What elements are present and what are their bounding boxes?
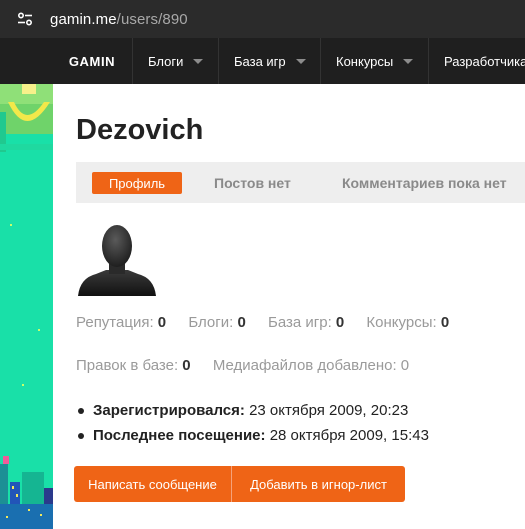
stat-value: 0 — [440, 314, 450, 331]
stat-label: Правок в базе: — [76, 357, 179, 374]
chevron-down-icon — [193, 58, 204, 64]
nav-item-label: Разработчикам — [444, 53, 525, 69]
stat-blogs: Блоги: 0 — [188, 314, 245, 331]
nav-item-label: База игр — [234, 53, 286, 69]
profile-actions: Написать сообщение Добавить в игнор-лист — [74, 466, 405, 502]
stat-value: 0 — [182, 357, 191, 374]
nav-item-contests[interactable]: Конкурсы — [320, 38, 428, 84]
stat-label: Конкурсы: — [366, 314, 437, 331]
nav-item-label: Блоги — [148, 53, 184, 69]
stat-value: 0 — [157, 314, 167, 331]
stat-media-added: Медиафайлов добавлено: 0 — [213, 357, 409, 374]
profile-info-list: Зарегистрировался: 23 октября 2009, 20:2… — [76, 398, 429, 448]
stat-label: Блоги: — [188, 314, 234, 331]
bullet-icon — [78, 408, 84, 414]
url-path: /users/890 — [116, 10, 188, 28]
pixel-art-image — [0, 84, 53, 529]
nav-item-blogs[interactable]: Блоги — [132, 38, 218, 84]
tab-posts[interactable]: Постов нет — [214, 172, 291, 194]
nav-item-games[interactable]: База игр — [218, 38, 320, 84]
send-message-button[interactable]: Написать сообщение — [74, 466, 232, 502]
stats-row-secondary: Правок в базе: 0 Медиафайлов добавлено: … — [76, 357, 427, 374]
default-avatar-icon — [78, 225, 156, 296]
tab-profile[interactable]: Профиль — [92, 172, 182, 194]
stat-db-edits: Правок в базе: 0 — [76, 357, 191, 374]
info-value: 28 октября 2009, 15:43 — [269, 427, 429, 444]
list-item: Последнее посещение: 28 октября 2009, 15… — [76, 423, 429, 448]
profile-tabs: Профиль Постов нет Комментариев пока нет — [76, 162, 525, 203]
add-to-ignore-list-button[interactable]: Добавить в игнор-лист — [232, 466, 405, 502]
site-nav: GAMIN Блоги База игр Конкурсы Разработчи… — [0, 38, 525, 84]
bullet-icon — [78, 433, 84, 439]
stat-label: Медиафайлов добавлено: — [212, 357, 397, 374]
side-pixel-art — [0, 84, 53, 529]
stat-label: Репутация: — [76, 314, 154, 331]
stat-label: База игр: — [267, 314, 332, 331]
url-domain: gamin.me — [50, 10, 117, 28]
nav-item-developers[interactable]: Разработчикам — [428, 38, 525, 84]
stat-value: 0 — [400, 357, 410, 374]
avatar — [76, 222, 158, 296]
list-item: Зарегистрировался: 23 октября 2009, 20:2… — [76, 398, 429, 423]
stat-value: 0 — [335, 314, 345, 331]
stat-reputation: Репутация: 0 — [76, 314, 166, 331]
nav-item-label: Конкурсы — [336, 53, 394, 69]
tab-comments[interactable]: Комментариев пока нет — [342, 172, 507, 194]
stat-value: 0 — [237, 314, 246, 331]
page-title: Dezovich — [76, 114, 204, 146]
stat-contests: Конкурсы: 0 — [366, 314, 449, 331]
stat-games-db: База игр: 0 — [268, 314, 344, 331]
url-field[interactable]: gamin.me/users/890 — [50, 11, 188, 28]
info-value: 23 октября 2009, 20:23 — [249, 402, 409, 419]
stats-row-primary: Репутация: 0 Блоги: 0 База игр: 0 Конкур… — [76, 314, 467, 331]
chevron-down-icon — [295, 58, 306, 64]
site-info-button[interactable] — [12, 6, 38, 32]
info-label: Зарегистрировался: — [93, 402, 245, 419]
tune-icon — [17, 12, 33, 26]
info-label: Последнее посещение: — [93, 427, 266, 444]
site-logo[interactable]: GAMIN — [52, 38, 132, 84]
browser-address-bar: gamin.me/users/890 — [0, 0, 525, 38]
chevron-down-icon — [403, 58, 414, 64]
